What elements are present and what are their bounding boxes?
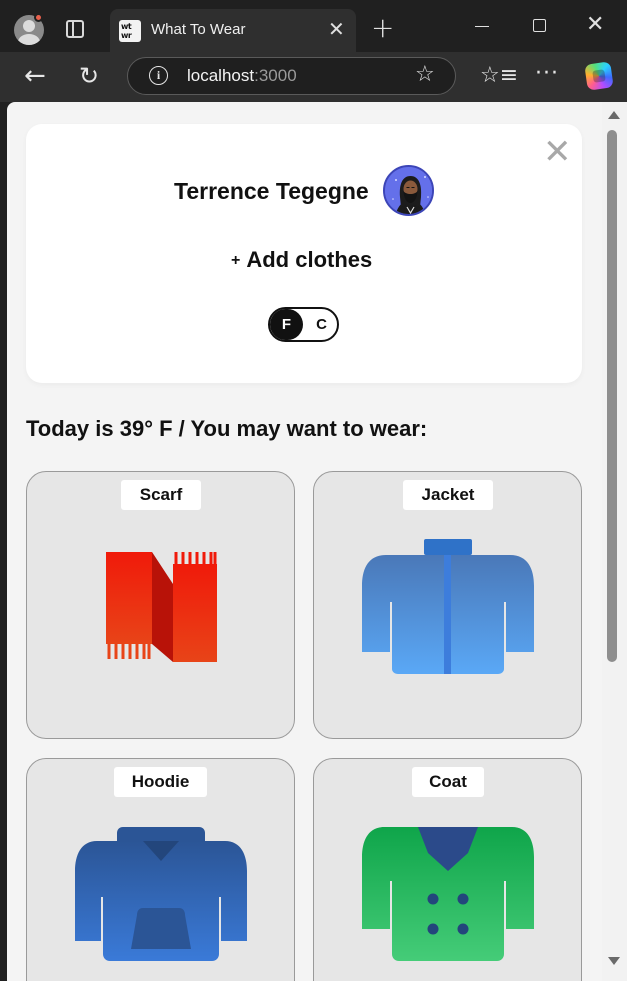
url-text: localhost:3000	[187, 66, 297, 86]
user-avatar[interactable]	[383, 165, 434, 216]
item-label-coat: Coat	[412, 767, 484, 797]
address-bar[interactable]: i localhost:3000 ☆	[127, 57, 456, 95]
profile-card: ✕ Terrence Tegegne + Add clothes F C	[26, 124, 582, 383]
user-name: Terrence Tegegne	[174, 178, 369, 204]
browser-nav-bar: ← ↻ i localhost:3000 ☆ ☆≡ ···	[0, 52, 627, 102]
item-label-jacket: Jacket	[403, 480, 493, 510]
reload-icon[interactable]: ↻	[79, 61, 99, 91]
scroll-up-arrow-icon[interactable]	[608, 111, 620, 119]
item-label-hoodie: Hoodie	[114, 767, 207, 797]
window-maximize-icon[interactable]	[533, 19, 546, 32]
weather-summary: Today is 39° F / You may want to wear:	[26, 416, 428, 441]
add-clothes-label: Add clothes	[246, 247, 373, 272]
item-card-hoodie[interactable]: Hoodie	[26, 758, 295, 981]
item-label-scarf: Scarf	[121, 480, 201, 510]
add-clothes-button[interactable]: + Add clothes	[231, 247, 372, 273]
browser-tab-strip: wt wr What To Wear ✕ + ✕	[0, 0, 627, 52]
more-options-icon[interactable]: ···	[535, 60, 559, 88]
plus-icon: +	[231, 252, 241, 269]
profile-shoulders-shape	[18, 34, 40, 45]
avatar-portrait-icon	[385, 167, 432, 214]
profile-notification-dot	[34, 13, 43, 22]
favorites-icon[interactable]: ☆≡	[480, 62, 518, 90]
close-icon[interactable]: ✕	[543, 135, 572, 169]
hoodie-icon	[75, 827, 247, 961]
item-card-coat[interactable]: Coat	[313, 758, 582, 981]
item-card-scarf[interactable]: Scarf	[26, 471, 295, 739]
site-info-icon[interactable]: i	[149, 66, 168, 85]
window-close-icon[interactable]: ✕	[586, 12, 604, 38]
jacket-icon	[362, 539, 534, 674]
url-port: :3000	[254, 66, 297, 85]
site-favicon-icon: wt wr	[119, 20, 141, 42]
unit-fahrenheit-option[interactable]: F	[270, 309, 303, 340]
coat-icon	[362, 827, 534, 961]
page-scrollbar[interactable]	[602, 102, 627, 981]
back-arrow-icon[interactable]: ←	[24, 61, 46, 91]
tab-close-icon[interactable]: ✕	[328, 17, 345, 41]
unit-celsius-option[interactable]: C	[308, 309, 335, 340]
new-tab-icon[interactable]: +	[371, 13, 394, 43]
tab-title: What To Wear	[151, 21, 246, 38]
scroll-down-arrow-icon[interactable]	[608, 957, 620, 965]
tab-actions-icon[interactable]	[66, 20, 84, 38]
item-card-jacket[interactable]: Jacket	[313, 471, 582, 739]
scrollbar-thumb[interactable]	[607, 130, 617, 662]
page-viewport: ✕ Terrence Tegegne + Add clothes F C Tod…	[7, 102, 602, 981]
window-minimize-icon[interactable]	[475, 26, 489, 27]
url-host: localhost	[187, 66, 255, 85]
bookmark-star-icon[interactable]: ☆	[415, 62, 435, 88]
copilot-icon[interactable]	[584, 61, 614, 91]
profile-head-shape	[23, 20, 35, 32]
temperature-unit-toggle[interactable]: F C	[268, 307, 339, 342]
tab-what-to-wear[interactable]: wt wr What To Wear ✕	[110, 9, 356, 52]
scarf-icon	[106, 552, 217, 662]
